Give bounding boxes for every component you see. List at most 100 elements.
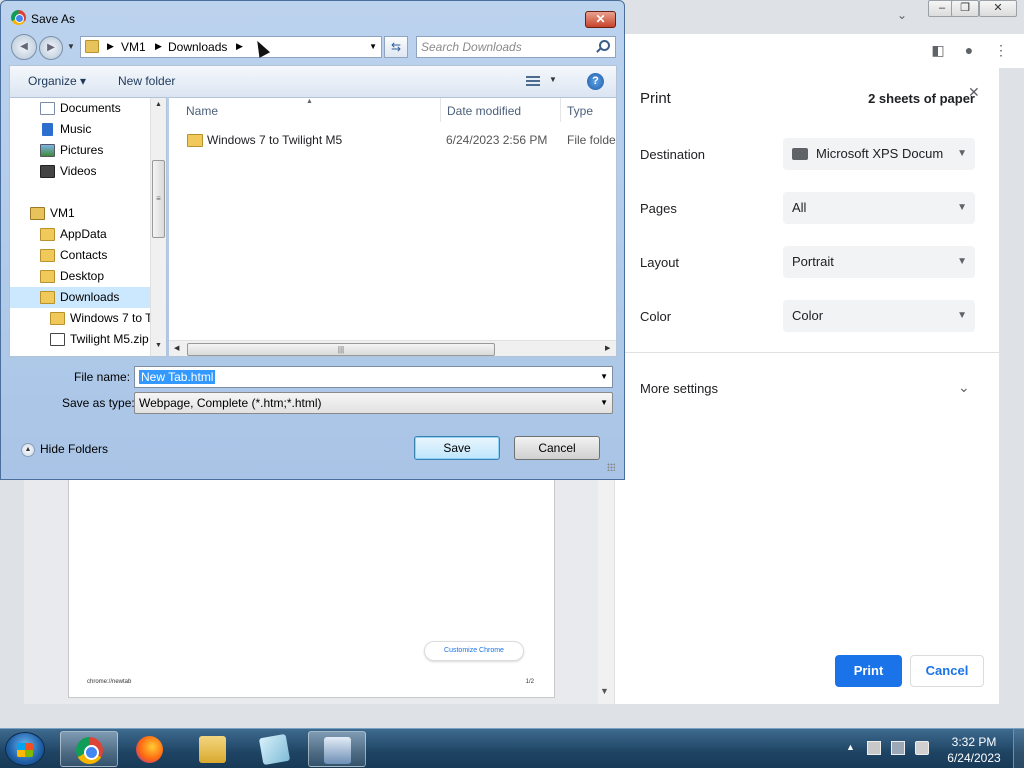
scroll-down-icon[interactable]: ▼: [155, 342, 162, 349]
print-button[interactable]: Print: [835, 655, 902, 687]
color-select[interactable]: Color ▼: [783, 300, 975, 332]
side-panel-icon[interactable]: ◧: [927, 42, 949, 62]
folder-icon: [40, 228, 55, 241]
close-window-button[interactable]: ✕: [979, 0, 1017, 17]
file-name-value[interactable]: New Tab.html: [139, 370, 216, 384]
dropdown-arrow-icon[interactable]: ▼: [600, 372, 608, 381]
recent-locations-icon[interactable]: ▼: [67, 42, 75, 51]
chrome-icon: [76, 737, 103, 764]
nav-item-appdata[interactable]: AppData: [10, 224, 150, 245]
taskbar-keyboard[interactable]: [308, 731, 366, 767]
nav-item-label: Desktop: [60, 269, 105, 283]
search-icon[interactable]: [599, 40, 610, 51]
file-row[interactable]: Windows 7 to Twilight M5 6/24/2023 2:56 …: [179, 129, 616, 151]
firefox-icon: [136, 736, 163, 763]
more-settings-toggle[interactable]: More settings: [640, 381, 718, 396]
show-desktop-button[interactable]: [1013, 729, 1024, 768]
column-header-type[interactable]: Type: [567, 104, 593, 118]
breadcrumb-separator-icon[interactable]: ▶: [107, 41, 114, 52]
start-button[interactable]: [5, 732, 45, 766]
print-settings-panel: Print 2 sheets of paper Destination Micr…: [614, 68, 1000, 704]
file-list-scrollbar[interactable]: ◀ ||| ▶: [169, 340, 616, 356]
search-box[interactable]: [416, 36, 616, 58]
nav-item-documents[interactable]: Documents: [10, 98, 150, 119]
nav-item-downloads[interactable]: Downloads: [10, 287, 150, 308]
back-button[interactable]: ◀: [11, 34, 37, 60]
views-dropdown-icon[interactable]: ▼: [549, 75, 557, 84]
search-input[interactable]: [421, 39, 591, 55]
scroll-down-icon[interactable]: ▼: [600, 686, 609, 696]
action-center-icon[interactable]: [867, 741, 881, 755]
column-separator[interactable]: [440, 98, 441, 122]
scroll-left-icon[interactable]: ◀: [174, 344, 179, 352]
forward-button[interactable]: ▶: [39, 36, 63, 60]
nav-item-label: Documents: [60, 101, 121, 115]
pictures-icon: [40, 144, 55, 157]
divider: [615, 352, 1000, 353]
cancel-button[interactable]: Cancel: [514, 436, 600, 460]
music-icon: [42, 123, 53, 136]
new-folder-button[interactable]: New folder: [118, 74, 175, 88]
views-icon[interactable]: [526, 76, 540, 86]
breadcrumb-separator-icon[interactable]: ▶: [236, 41, 243, 52]
scrollbar-thumb[interactable]: |||: [187, 343, 495, 356]
file-name-field[interactable]: New Tab.html ▼: [134, 366, 613, 388]
dialog-close-button[interactable]: ✕: [585, 11, 616, 28]
organize-button[interactable]: Organize ▾: [28, 74, 86, 88]
scroll-right-icon[interactable]: ▶: [605, 344, 610, 352]
preview-page-number: 1/2: [525, 679, 534, 685]
scrollbar-thumb[interactable]: ≡: [152, 160, 165, 238]
taskbar-notepad[interactable]: [246, 731, 304, 767]
color-label: Color: [640, 309, 672, 324]
nav-item-pictures[interactable]: Pictures: [10, 140, 150, 161]
nav-item-label: VM1: [50, 206, 75, 220]
network-icon[interactable]: [891, 741, 905, 755]
tab-search-icon[interactable]: ⌄: [897, 8, 907, 22]
address-bar[interactable]: ▶ VM1 ▶ Downloads ▶ ▼: [80, 36, 382, 58]
cancel-print-button[interactable]: Cancel: [910, 655, 984, 687]
taskbar-chrome[interactable]: [60, 731, 118, 767]
breadcrumb-downloads[interactable]: Downloads: [168, 40, 227, 54]
scroll-up-icon[interactable]: ▲: [155, 101, 162, 108]
nav-pane-scrollbar[interactable]: ▲ ≡ ▼: [150, 98, 166, 356]
videos-icon: [40, 165, 55, 178]
column-header-name[interactable]: Name: [186, 104, 218, 118]
downloads-icon: [40, 291, 55, 304]
refresh-button[interactable]: ⇆: [384, 36, 408, 58]
printer-icon: [792, 147, 808, 160]
destination-select[interactable]: Microsoft XPS Docum ▼: [783, 138, 975, 170]
chrome-menu-icon[interactable]: ⋮: [990, 42, 1012, 62]
chevron-down-icon[interactable]: ⌄: [958, 379, 970, 396]
clock-time[interactable]: 3:32 PM: [940, 735, 1008, 749]
save-button[interactable]: Save: [414, 436, 500, 460]
nav-item-music[interactable]: Music: [10, 119, 150, 140]
volume-muted-icon[interactable]: [915, 741, 929, 755]
profile-avatar-icon[interactable]: ●: [958, 42, 980, 62]
restore-button[interactable]: ❐: [951, 0, 979, 17]
column-header-date[interactable]: Date modified: [447, 104, 521, 118]
breadcrumb-vm1[interactable]: VM1: [121, 40, 146, 54]
breadcrumb-separator-icon[interactable]: ▶: [155, 41, 162, 52]
nav-item-videos[interactable]: Videos: [10, 161, 150, 182]
help-icon[interactable]: ?: [587, 73, 604, 90]
pages-select[interactable]: All ▼: [783, 192, 975, 224]
hide-folders-button[interactable]: ▲ Hide Folders: [21, 442, 108, 457]
clock-date[interactable]: 6/24/2023: [940, 751, 1008, 765]
save-type-label: Save as type:: [62, 396, 135, 410]
nav-item-desktop[interactable]: Desktop: [10, 266, 150, 287]
nav-item-zip[interactable]: Twilight M5.zip: [10, 329, 150, 350]
close-icon[interactable]: ✕: [968, 84, 980, 101]
taskbar-file-explorer[interactable]: [184, 731, 242, 767]
resize-grip[interactable]: [607, 463, 615, 471]
nav-item-label: Downloads: [60, 290, 120, 304]
layout-select[interactable]: Portrait ▼: [783, 246, 975, 278]
taskbar-firefox[interactable]: [121, 731, 179, 767]
nav-item-contacts[interactable]: Contacts: [10, 245, 150, 266]
nav-item-windows7-folder[interactable]: Windows 7 to T: [10, 308, 152, 329]
address-dropdown-icon[interactable]: ▼: [369, 42, 377, 51]
chrome-icon: [11, 10, 26, 25]
nav-item-vm1[interactable]: VM1: [10, 203, 150, 224]
show-hidden-icons-icon[interactable]: ▲: [846, 742, 855, 752]
save-type-select[interactable]: Webpage, Complete (*.htm;*.html) ▼: [134, 392, 613, 414]
column-separator[interactable]: [560, 98, 561, 122]
